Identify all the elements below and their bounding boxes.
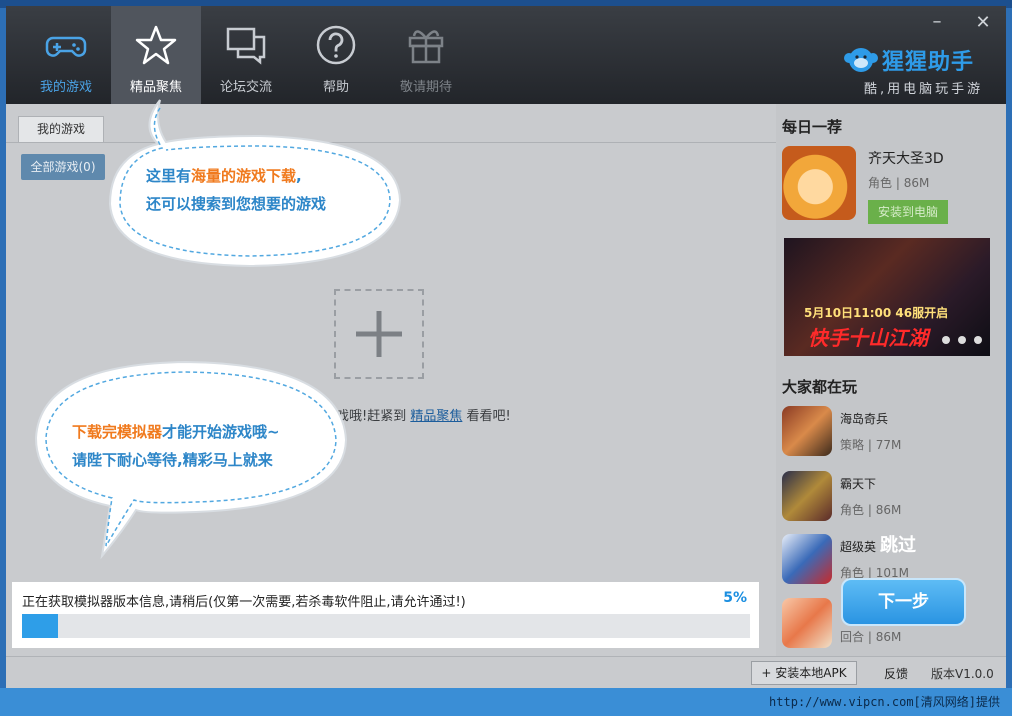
game-meta: 角色 | 86M [840,503,902,517]
game-meta: 策略 | 77M [840,438,902,452]
daily-game-meta: 角色 | 86M [868,176,930,190]
next-step-button[interactable]: 下一步 [841,578,966,626]
guide-text: 还可以搜索到您想要的游戏 [146,195,327,213]
game-name: 海岛奇兵 [840,412,889,426]
nav-coming-soon-label: 敬请期待 [399,80,452,95]
nav-my-games[interactable]: 我的游戏 [21,6,111,104]
daily-game-size: 86M [903,176,930,190]
guide-text: 才能开始游戏哦~ [162,423,280,441]
guide-bubble-download: 下载完模拟器才能开始游戏哦~ 请陛下耐心等待,精彩马上就来 [26,356,356,562]
daily-game-thumbnail[interactable] [782,146,856,220]
install-local-apk-button[interactable]: + 安装本地APK [751,661,857,685]
watermark-text: http://www.vipcn.com[清风网络]提供 [769,695,1000,709]
empty-state-suffix: 看看吧! [462,409,511,424]
game-thumbnail [782,471,832,521]
monkey-logo-icon [844,48,878,72]
guide-text: 请陛下耐心等待,精彩马上就来 [72,451,273,469]
game-category: 回合 [840,630,865,644]
nav-help[interactable]: 帮助 [291,6,381,104]
featured-link[interactable]: 精品聚焦 [410,409,462,424]
header-bar: 我的游戏 精品聚焦 论坛交流 帮助 敬请期待 猩猩助手 酷,用电脑玩手游 – ✕ [6,6,1006,104]
plus-icon: + [761,666,772,680]
empty-state-text: 戏哦!赶紧到 精品聚焦 看看吧! [336,405,511,424]
close-button[interactable]: ✕ [972,12,994,34]
nav-help-label: 帮助 [322,80,349,95]
game-thumbnail [782,406,832,456]
nav-featured-label: 精品聚焦 [129,80,182,95]
popular-game-item[interactable]: 海岛奇兵 策略 | 77M [782,406,1002,462]
download-progress-panel: 正在获取模拟器版本信息,请稍后(仅第一次需要,若杀毒软件阻止,请允许通过!) 5… [12,582,759,648]
nav-forum-label: 论坛交流 [219,80,272,95]
popular-game-item[interactable]: 霸天下 角色 | 86M [782,471,1002,527]
guide-download-text: 下载完模拟器才能开始游戏哦~ 请陛下耐心等待,精彩马上就来 [72,418,280,474]
footer-bar: + 安装本地APK 反馈 版本V1.0.0 [6,656,1006,688]
chat-bubbles-icon [226,27,266,65]
banner-title-text: 快手十山江湖 [808,326,928,350]
progress-track [22,614,750,638]
gift-icon [408,30,444,64]
progress-status-text: 正在获取模拟器版本信息,请稍后(仅第一次需要,若杀毒软件阻止,请允许通过!) [22,595,466,610]
game-thumbnail [782,598,832,648]
brand-name: 猩猩助手 [882,50,975,75]
game-category: 策略 [840,438,865,452]
game-thumbnail [782,534,832,584]
guide-text: 这里有 [146,167,192,185]
desktop-taskbar: http://www.vipcn.com[清风网络]提供 [0,688,1012,716]
feedback-link[interactable]: 反馈 [884,665,908,682]
daily-pick-title: 每日一荐 [782,118,843,136]
guide-bubble-featured: 这里有海量的游戏下载, 还可以搜索到您想要的游戏 [100,96,410,276]
install-local-apk-label: 安装本地APK [775,666,847,680]
version-label: 版本V1.0.0 [931,667,994,681]
game-size: 86M [875,630,902,644]
progress-percent: 5% [723,590,747,606]
guide-text: , [296,167,302,185]
install-to-pc-button[interactable]: 安装到电脑 [868,200,948,224]
banner-date-text: 5月10日11:00 46服开启 [804,306,949,320]
nav-coming-soon[interactable]: 敬请期待 [381,6,471,104]
progress-fill [22,614,59,638]
guide-featured-text: 这里有海量的游戏下载, 还可以搜索到您想要的游戏 [146,162,326,218]
minimize-button[interactable]: – [926,12,948,34]
brand-logo: 猩猩助手 酷,用电脑玩手游 [844,44,994,97]
skip-button[interactable]: 跳过 [880,531,916,557]
daily-game-name[interactable]: 齐天大圣3D [868,148,944,168]
promo-banner[interactable]: 5月10日11:00 46服开启 快手十山江湖 [784,238,990,356]
game-category: 角色 [840,503,865,517]
game-name: 超级英 [840,540,877,554]
game-size: 77M [875,438,902,452]
brand-slogan: 酷,用电脑玩手游 [864,82,984,97]
banner-dot[interactable] [974,336,982,344]
banner-dot[interactable] [958,336,966,344]
game-meta: 回合 | 86M [840,630,902,644]
guide-highlight: 海量的游戏下载 [191,167,297,185]
game-size: 86M [875,503,902,517]
game-name: 霸天下 [840,477,877,491]
daily-game-category: 角色 [868,176,893,190]
star-icon [135,25,177,65]
all-games-filter-button[interactable]: 全部游戏(0) [21,154,105,180]
gamepad-icon [45,36,87,57]
nav-my-games-label: 我的游戏 [39,80,92,95]
right-sidebar: 每日一荐 齐天大圣3D 角色 | 86M 安装到电脑 5月10日11:00 46… [776,104,1006,656]
question-icon [316,25,356,65]
nav-featured[interactable]: 精品聚焦 [111,6,201,104]
nav-forum[interactable]: 论坛交流 [201,6,291,104]
banner-dot[interactable] [942,336,950,344]
tab-my-games[interactable]: 我的游戏 [18,116,104,142]
guide-highlight: 下载完模拟器 [72,423,163,441]
popular-title: 大家都在玩 [782,378,858,396]
